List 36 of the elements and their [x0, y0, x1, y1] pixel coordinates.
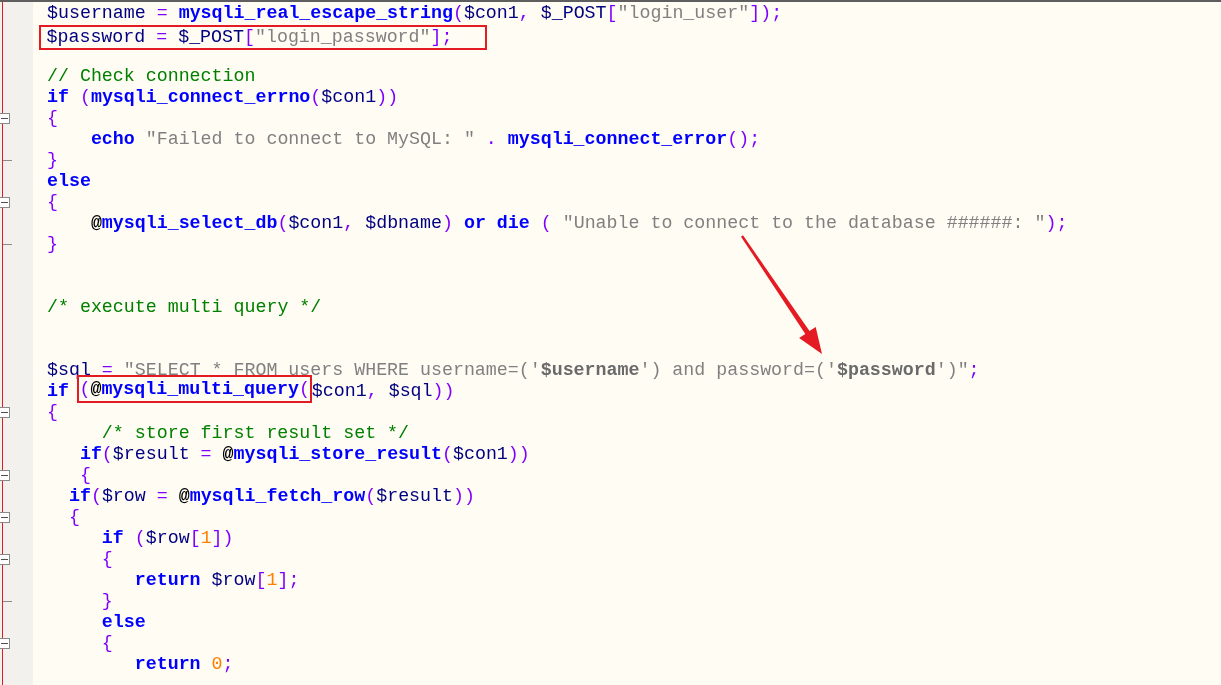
- collapse-icon[interactable]: [0, 638, 10, 649]
- code-line: /* store first result set */: [101, 423, 410, 444]
- code-line: {: [101, 549, 113, 570]
- code-line: {: [68, 507, 80, 528]
- code-line: echo "Failed to connect to MySQL: " . mysqli_connect_error();: [90, 129, 761, 150]
- code-text: (@mysqli_multi_query(: [79, 378, 310, 400]
- code-line: $username = mysqli_real_escape_string($con1, $_POST["login_user"]);: [47, 3, 783, 24]
- code-line: return 0;: [134, 654, 234, 675]
- collapse-icon[interactable]: [0, 197, 10, 208]
- collapse-icon[interactable]: [0, 407, 10, 418]
- code-line: // Check connection: [47, 66, 256, 87]
- collapse-icon[interactable]: [0, 512, 10, 523]
- code-line: {: [47, 192, 58, 213]
- code-line: else: [47, 171, 91, 192]
- code-text: $con1, $sql)): [311, 381, 455, 402]
- code-line: $sql = "SELECT * FROM users WHERE username=('$username') and password=('$password')";: [47, 360, 980, 381]
- collapse-icon[interactable]: [0, 470, 10, 481]
- code-line: if ($row[1]): [101, 528, 234, 549]
- code-line: }: [47, 234, 58, 255]
- collapse-icon[interactable]: [0, 113, 10, 124]
- code-line: {: [79, 465, 91, 486]
- code-line: @mysqli_select_db($con1, $dbname) or die ( "Unable to connect to the database ######: ");: [90, 213, 1068, 234]
- code-text: if: [47, 381, 70, 402]
- code-line: else: [101, 612, 146, 633]
- code-line: {: [47, 402, 58, 423]
- code-line: if($row = @mysqli_fetch_row($result)): [68, 486, 475, 507]
- code-line: if (mysqli_connect_errno($con1)): [47, 87, 399, 108]
- code-line: {: [101, 633, 113, 654]
- collapse-icon[interactable]: [0, 554, 10, 565]
- code-line: $password = $_POST["login_password"];: [46, 26, 453, 48]
- code-line: /* execute multi query */: [47, 297, 322, 318]
- code-line: if($result = @mysqli_store_result($con1)): [79, 444, 530, 465]
- code-line: }: [47, 150, 58, 171]
- code-line: }: [101, 591, 113, 612]
- code-line: {: [47, 108, 58, 129]
- code-line: return $row[1];: [134, 570, 300, 591]
